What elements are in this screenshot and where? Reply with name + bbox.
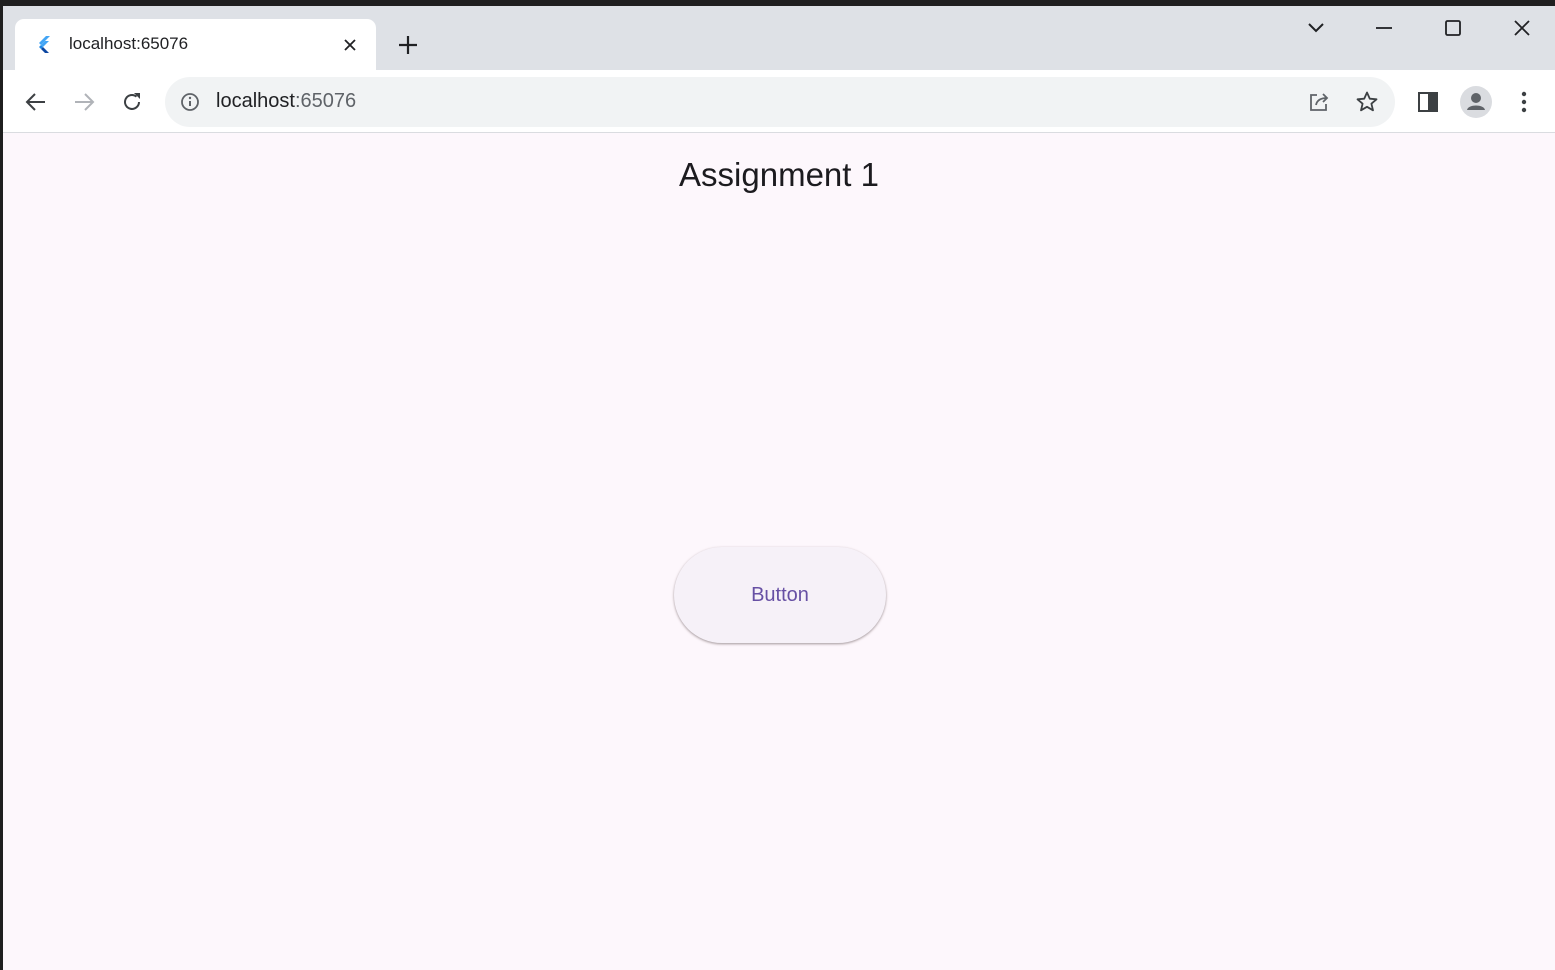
flutter-icon bbox=[35, 35, 53, 53]
url-text[interactable]: localhost:65076 bbox=[216, 90, 356, 113]
forward-arrow-icon[interactable] bbox=[67, 85, 101, 119]
more-menu-icon[interactable] bbox=[1507, 85, 1541, 119]
tab-search-icon[interactable] bbox=[1294, 14, 1338, 42]
browser-window: localhost:65076 localhost:65076 Assignme… bbox=[3, 6, 1555, 970]
side-panel-icon[interactable] bbox=[1411, 85, 1445, 119]
page-content: Assignment 1 Button bbox=[3, 134, 1555, 970]
close-window-icon[interactable] bbox=[1500, 14, 1544, 42]
url-port: :65076 bbox=[294, 90, 357, 112]
tab-title: localhost:65076 bbox=[69, 34, 189, 53]
main-button[interactable]: Button bbox=[674, 547, 886, 643]
profile-avatar-icon[interactable] bbox=[1459, 85, 1493, 119]
browser-toolbar: localhost:65076 bbox=[3, 70, 1555, 133]
page-title: Assignment 1 bbox=[679, 156, 879, 193]
new-tab-plus-icon[interactable] bbox=[393, 30, 423, 60]
browser-tab[interactable]: localhost:65076 bbox=[15, 19, 376, 70]
back-arrow-icon[interactable] bbox=[19, 85, 53, 119]
minimize-icon[interactable] bbox=[1362, 14, 1406, 42]
maximize-icon[interactable] bbox=[1431, 14, 1475, 42]
close-tab-icon[interactable] bbox=[339, 34, 361, 56]
tab-strip: localhost:65076 bbox=[3, 6, 1555, 70]
address-bar[interactable]: localhost:65076 bbox=[165, 77, 1395, 127]
share-icon[interactable] bbox=[1307, 90, 1331, 114]
url-host: localhost bbox=[216, 90, 295, 112]
reload-icon[interactable] bbox=[115, 85, 149, 119]
bookmark-star-icon[interactable] bbox=[1355, 90, 1379, 114]
site-info-icon[interactable] bbox=[180, 92, 200, 112]
